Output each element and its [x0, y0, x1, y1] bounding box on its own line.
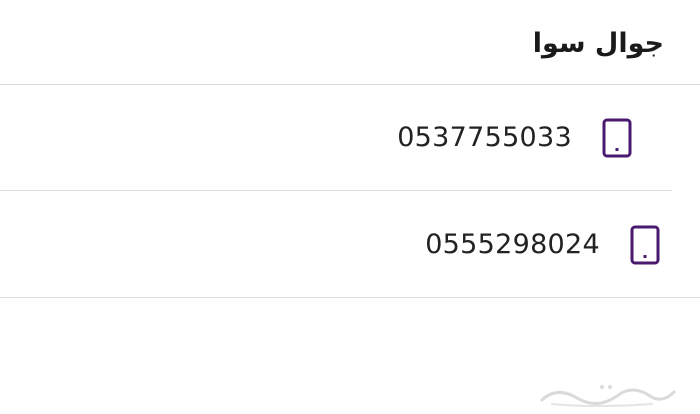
phone-number-text[interactable]: 0555298024: [425, 225, 600, 265]
mobile-phone-icon: [602, 118, 632, 158]
phone-number-row[interactable]: 0537755033: [0, 85, 672, 191]
mobile-phone-icon: [630, 225, 660, 265]
section-title: جوال سوا: [532, 28, 664, 59]
phone-number-text[interactable]: 0537755033: [397, 118, 572, 158]
haraj-watermark-logo: [532, 378, 682, 408]
section-header: جوال سوا: [0, 0, 700, 85]
phone-number-row[interactable]: 0555298024: [0, 192, 700, 298]
